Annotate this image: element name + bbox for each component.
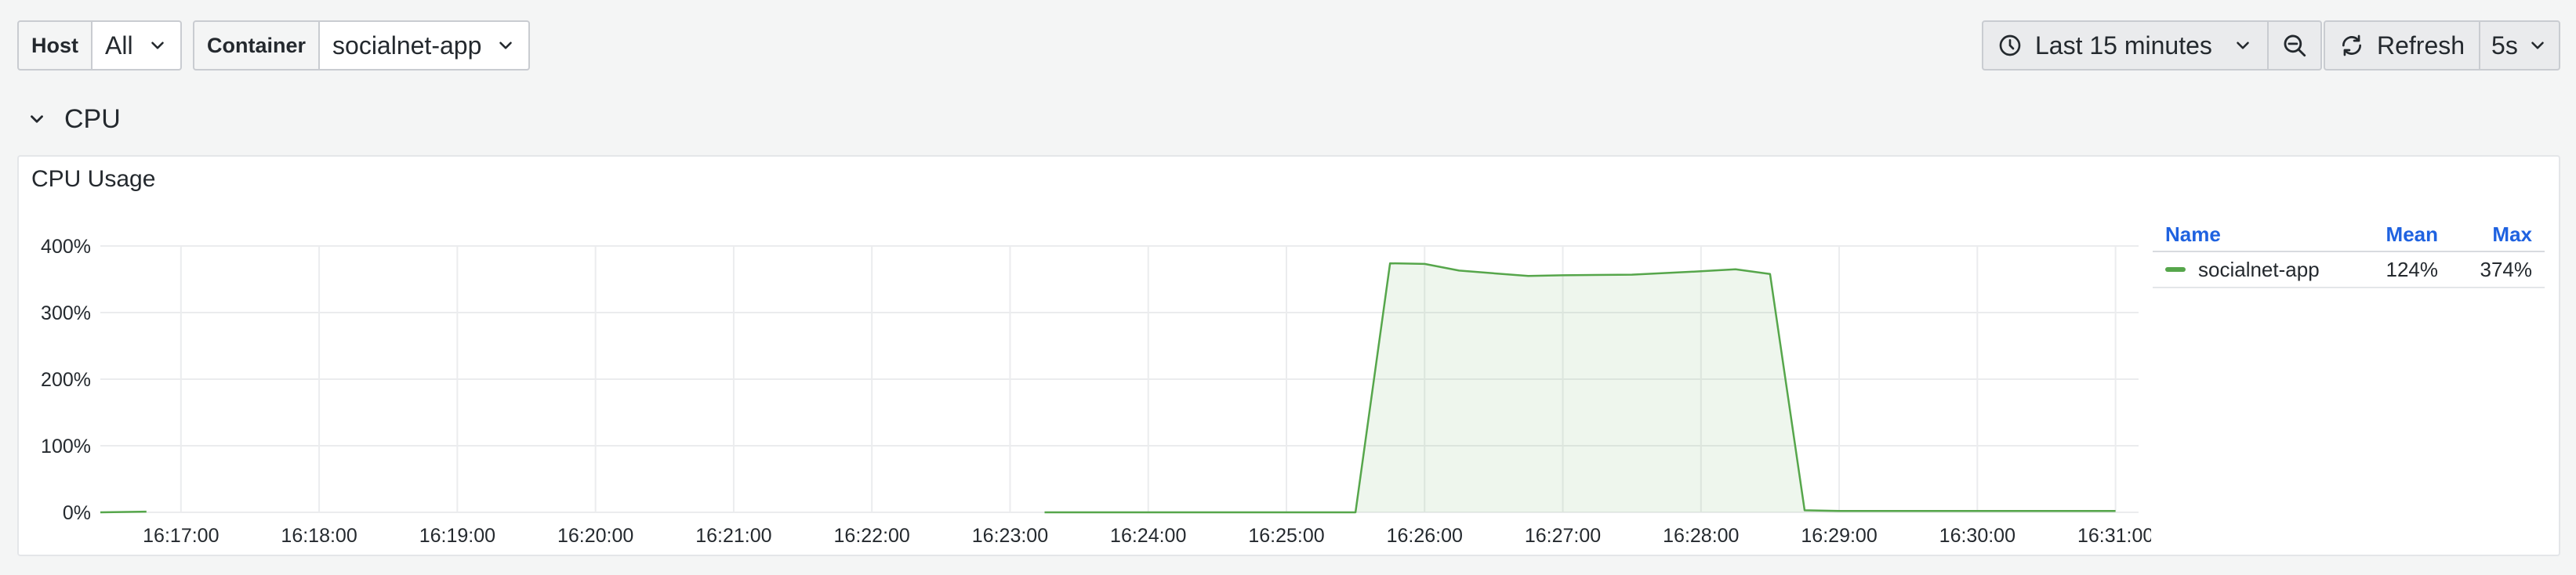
cpu-usage-panel: CPU Usage 0% 100% 200% 300% 400% 16:17:00 16:1… [17, 155, 2560, 556]
chevron-down-icon [2237, 42, 2249, 49]
time-range-label: Last 15 minutes [2035, 31, 2212, 60]
chevron-down-icon [499, 42, 513, 49]
legend-col-max[interactable]: Max [2451, 222, 2545, 247]
x-tick-label: 16:19:00 [419, 525, 495, 547]
chevron-down-icon [31, 115, 43, 123]
refresh-interval-value: 5s [2491, 31, 2518, 60]
x-tick-label: 16:25:00 [1248, 525, 1324, 547]
refresh-button[interactable]: Refresh [2325, 22, 2479, 69]
legend-row[interactable]: socialnet-app 124% 374% [2153, 252, 2545, 288]
host-label: Host [17, 20, 93, 71]
refresh-group: Refresh 5s [2324, 20, 2560, 71]
legend-series-mean: 124% [2386, 257, 2439, 281]
y-tick-label: 200% [41, 369, 91, 391]
chevron-down-icon [151, 42, 164, 49]
container-select[interactable]: socialnet-app [320, 20, 531, 71]
time-picker-group: Last 15 minutes [1982, 20, 2322, 71]
chevron-down-icon [2531, 42, 2544, 49]
host-value: All [105, 31, 133, 60]
x-tick-label: 16:17:00 [143, 525, 219, 547]
x-tick-label: 16:20:00 [557, 525, 633, 547]
x-tick-label: 16:22:00 [834, 525, 910, 547]
cpu-row-header[interactable]: CPU [27, 100, 121, 138]
cpu-usage-chart: 0% 100% 200% 300% 400% 16:17:00 16:18:00 16:19:… [41, 236, 2151, 547]
series-area [1044, 263, 2116, 512]
x-tick-label: 16:27:00 [1525, 525, 1601, 547]
x-tick-label: 16:26:00 [1387, 525, 1463, 547]
legend-col-name[interactable]: Name [2153, 222, 2356, 247]
legend-series-label: socialnet-app [2198, 257, 2320, 281]
x-tick-label: 16:21:00 [695, 525, 771, 547]
legend-col-mean[interactable]: Mean [2356, 222, 2451, 247]
series-color-swatch [2165, 267, 2186, 272]
container-value: socialnet-app [332, 31, 482, 60]
x-tick-label: 16:30:00 [1939, 525, 2015, 547]
legend-header: Name Mean Max [2153, 218, 2545, 252]
y-tick-label: 300% [41, 302, 91, 324]
x-tick-label: 16:23:00 [972, 525, 1048, 547]
refresh-interval-select[interactable]: 5s [2480, 22, 2559, 69]
x-tick-label: 16:31:00 [2077, 525, 2151, 547]
y-tick-label: 400% [41, 236, 91, 258]
zoom-out-icon [2284, 34, 2306, 57]
host-variable: Host All [17, 20, 182, 71]
x-tick-label: 16:18:00 [281, 525, 357, 547]
container-label: Container [193, 20, 321, 71]
legend-series-name: socialnet-app [2153, 258, 2356, 282]
zoom-out-button[interactable] [2269, 22, 2320, 69]
clock-icon [1999, 34, 2021, 56]
legend-series-max: 374% [2480, 257, 2533, 281]
host-select[interactable]: All [93, 20, 182, 71]
x-tick-label: 16:24:00 [1110, 525, 1186, 547]
legend-table: Name Mean Max socialnet-app 124% 374% [2153, 218, 2545, 288]
y-tick-label: 100% [41, 436, 91, 457]
x-tick-label: 16:29:00 [1801, 525, 1877, 547]
refresh-icon [2342, 34, 2361, 56]
time-range-picker[interactable]: Last 15 minutes [1983, 22, 2267, 69]
refresh-label: Refresh [2377, 31, 2465, 60]
container-variable: Container socialnet-app [193, 20, 531, 71]
y-tick-label: 0% [63, 502, 91, 524]
row-title: CPU [64, 103, 121, 134]
x-tick-label: 16:28:00 [1663, 525, 1739, 547]
